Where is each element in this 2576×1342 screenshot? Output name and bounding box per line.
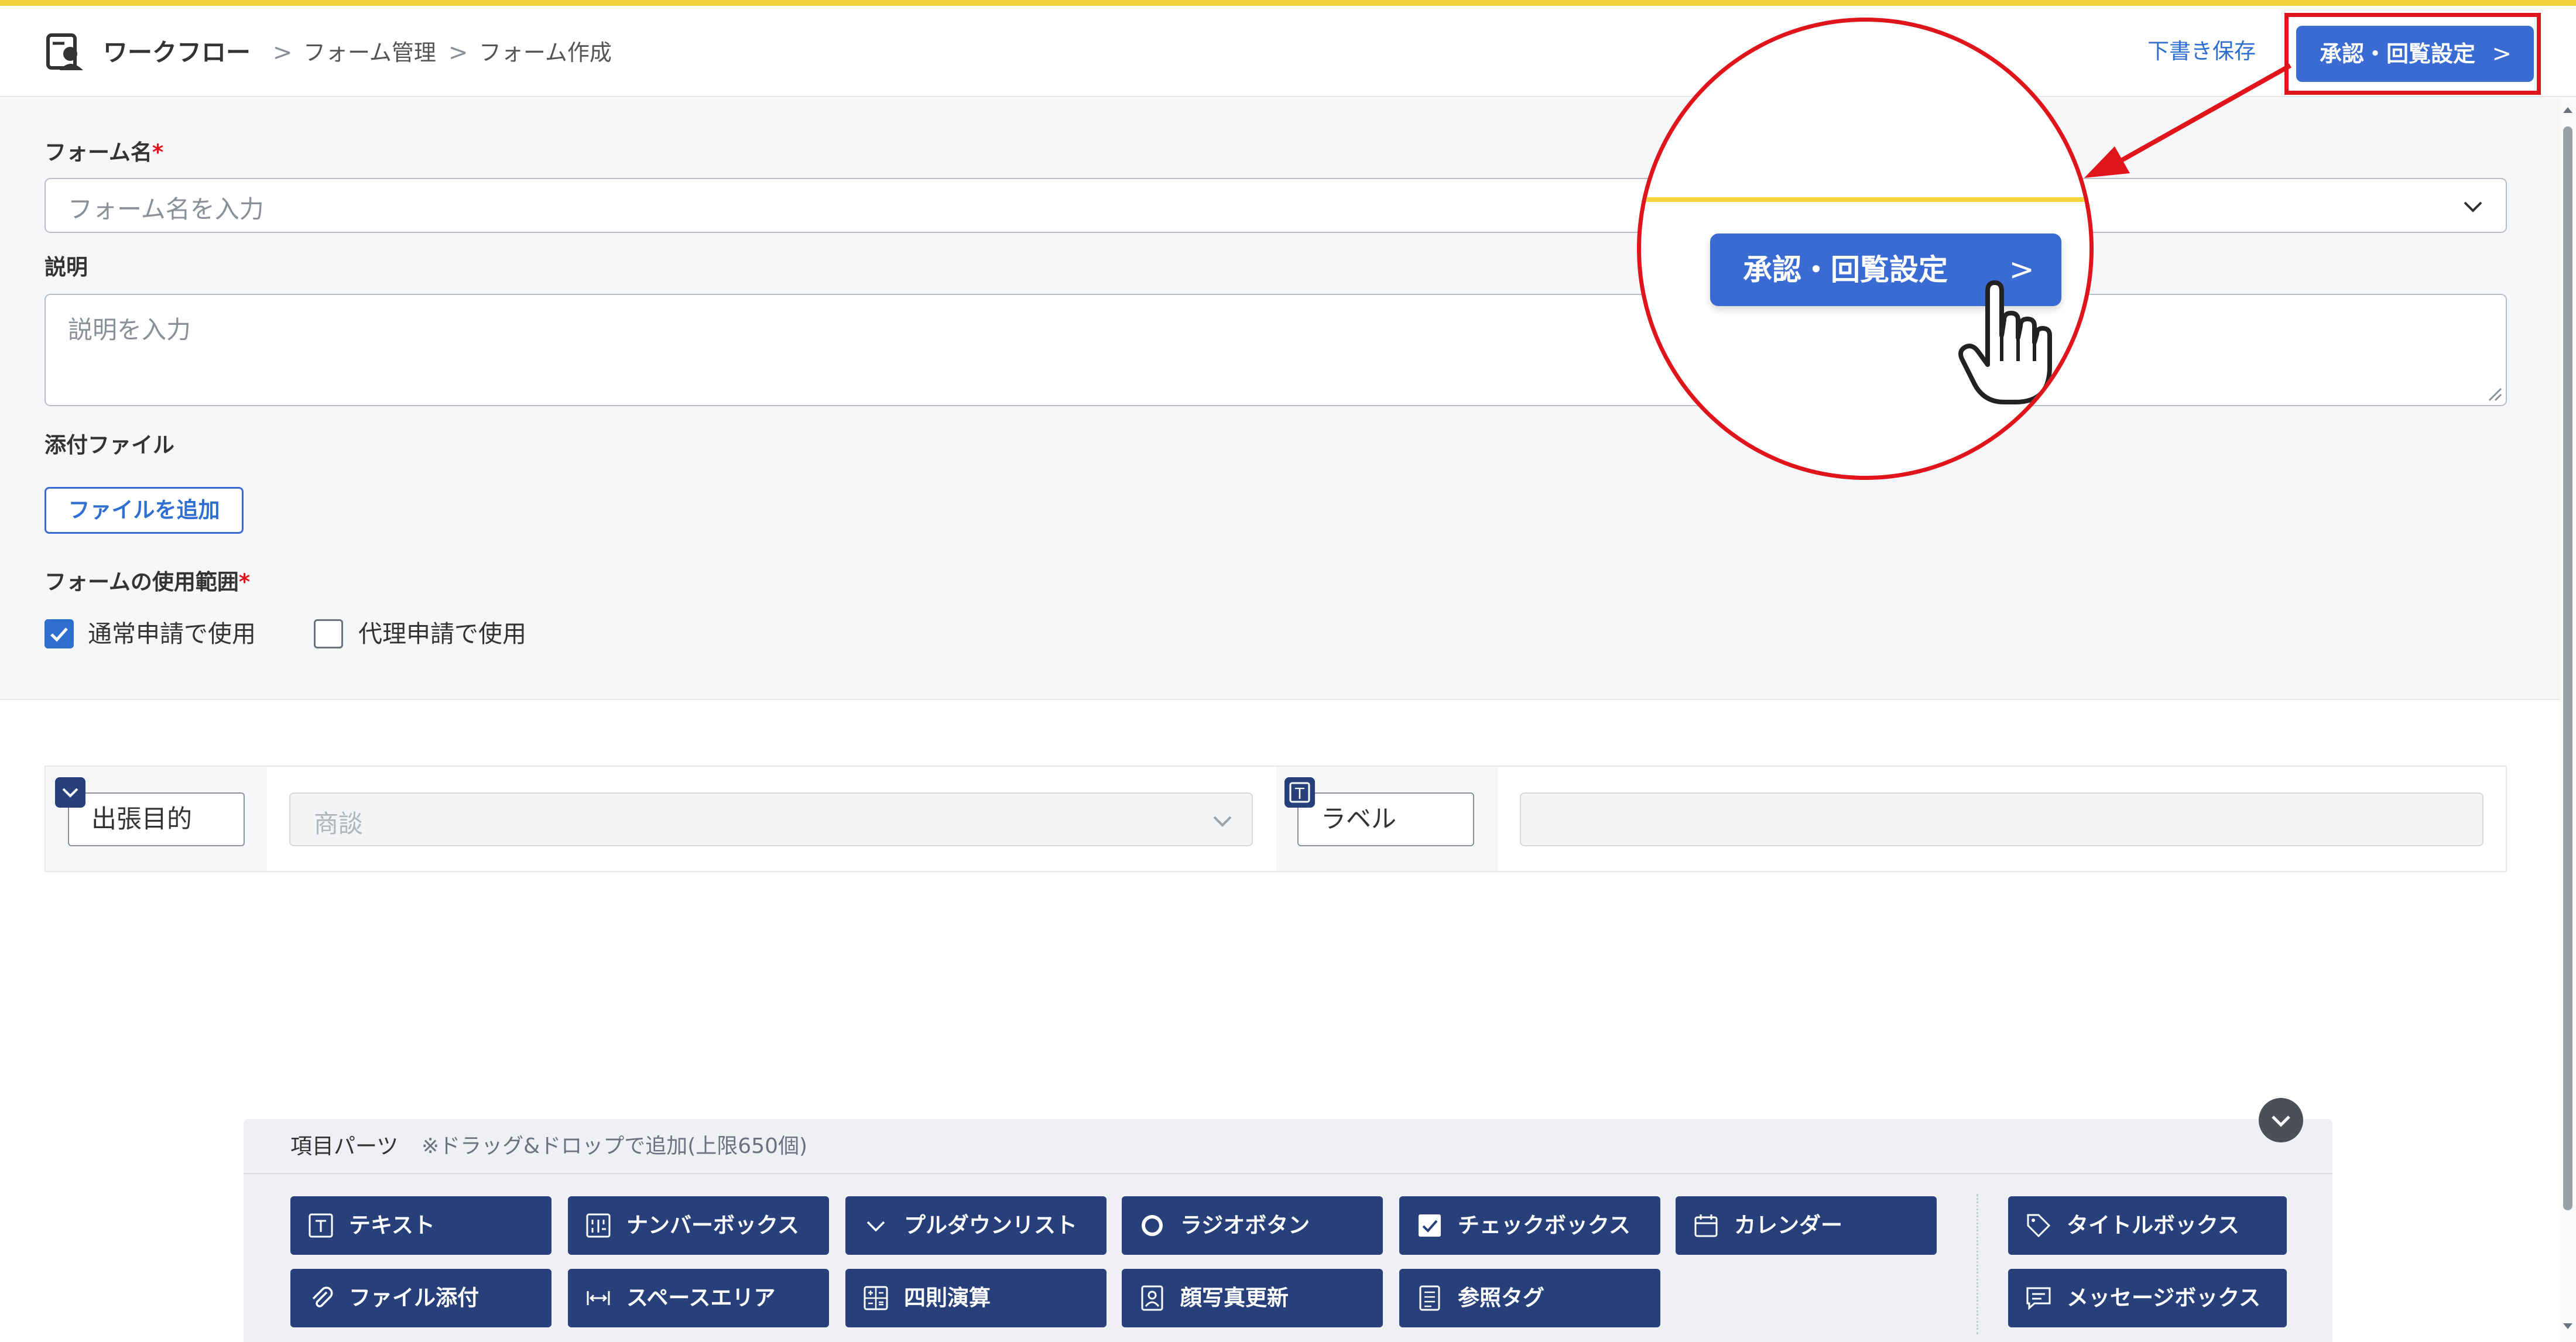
text-type-badge: T	[1284, 777, 1315, 808]
item-label-input[interactable]: ラベル	[1297, 792, 1474, 846]
part-pulldown-button[interactable]: プルダウンリスト	[845, 1196, 1107, 1255]
part-title-box-button[interactable]: タイトルボックス	[2008, 1196, 2287, 1255]
normal-application-checkbox[interactable]	[44, 619, 74, 648]
part-file-attach-label: ファイル添付	[349, 1285, 479, 1310]
pulldown-type-badge	[55, 777, 85, 808]
paperclip-icon	[312, 1286, 333, 1307]
breadcrumb-separator: >	[273, 39, 293, 66]
part-face-photo-label: 顔写真更新	[1180, 1285, 1289, 1310]
parts-group-separator	[1976, 1194, 1978, 1334]
check-icon	[50, 627, 68, 642]
radio-icon	[1142, 1215, 1163, 1236]
form-name-input[interactable]: フォーム名を入力	[44, 178, 2507, 233]
breadcrumb-separator: >	[448, 39, 468, 66]
add-file-button[interactable]: ファイルを追加	[44, 487, 244, 534]
hand-pointer-icon	[1958, 280, 2052, 404]
part-number-box-label: ナンバーボックス	[626, 1213, 799, 1238]
chevron-down-icon[interactable]	[2461, 197, 2485, 217]
svg-text:T: T	[1294, 785, 1304, 803]
portrait-icon	[1141, 1285, 1163, 1311]
breadcrumb-form-create: フォーム作成	[479, 40, 612, 66]
description-label: 説明	[44, 255, 88, 280]
tag-icon	[2027, 1214, 2051, 1238]
chevron-down-icon	[866, 1221, 885, 1232]
chevron-down-icon	[62, 788, 78, 798]
part-number-box-button[interactable]: ナンバーボックス	[568, 1196, 829, 1255]
chevron-down-icon	[1213, 816, 1232, 827]
proxy-application-checkbox[interactable]	[314, 619, 343, 648]
description-placeholder: 説明を入力	[68, 315, 191, 344]
item-label-input[interactable]: 出張目的	[68, 792, 245, 846]
scrollbar-thumb[interactable]	[2563, 126, 2572, 1210]
part-checkbox-label: チェックボックス	[1458, 1213, 1630, 1238]
workflow-logo-icon	[46, 33, 83, 70]
pulldown-preview: 商談	[289, 792, 1253, 846]
text-icon	[309, 1213, 333, 1238]
pulldown-preview-value: 商談	[314, 809, 364, 838]
calculator-icon	[864, 1286, 888, 1310]
part-arithmetic-button[interactable]: 四則演算	[845, 1269, 1107, 1327]
part-radio-label: ラジオボタン	[1180, 1213, 1310, 1238]
proxy-application-label[interactable]: 代理申請で使用	[358, 618, 526, 650]
part-face-photo-button[interactable]: 顔写真更新	[1122, 1269, 1383, 1327]
part-space-area-button[interactable]: スペースエリア	[568, 1269, 829, 1327]
item-parts-note: ※ドラッグ&ドロップで追加(上限650個)	[422, 1134, 808, 1158]
number-icon	[586, 1213, 611, 1238]
approval-settings-label: 承認・回覧設定	[2320, 41, 2476, 67]
item-parts-title: 項目パーツ	[290, 1134, 399, 1159]
part-checkbox-button[interactable]: チェックボックス	[1399, 1196, 1660, 1255]
part-message-box-button[interactable]: メッセージボックス	[2008, 1269, 2287, 1327]
part-text-button[interactable]: テキスト	[290, 1196, 551, 1255]
part-file-attach-button[interactable]: ファイル添付	[290, 1269, 551, 1327]
form-name-placeholder: フォーム名を入力	[68, 195, 264, 224]
zoom-accent-line	[1641, 197, 2089, 202]
part-radio-button[interactable]: ラジオボタン	[1122, 1196, 1383, 1255]
chevron-down-icon	[2272, 1116, 2290, 1127]
part-calendar-button[interactable]: カレンダー	[1676, 1196, 1937, 1255]
list-icon	[1419, 1285, 1440, 1311]
checkbox-icon	[1419, 1214, 1441, 1237]
part-title-box-label: タイトルボックス	[2067, 1213, 2239, 1238]
part-calendar-label: カレンダー	[1734, 1213, 1842, 1238]
form-name-label: フォーム名*	[44, 140, 164, 165]
usage-scope-label: フォームの使用範囲*	[44, 569, 251, 595]
part-space-area-label: スペースエリア	[626, 1285, 776, 1310]
normal-application-label[interactable]: 通常申請で使用	[88, 618, 256, 650]
calendar-icon	[1694, 1214, 1718, 1237]
resize-handle-icon[interactable]	[2485, 384, 2502, 401]
space-icon	[587, 1291, 610, 1305]
message-icon	[2026, 1287, 2051, 1310]
text-preview-field	[1520, 792, 2483, 846]
panel-divider	[244, 1173, 2332, 1174]
attachment-label: 添付ファイル	[44, 433, 174, 458]
chevron-right-icon: >	[2492, 40, 2512, 67]
scroll-up-icon[interactable]	[2561, 103, 2575, 117]
breadcrumb-app-name[interactable]: ワークフロー	[103, 36, 251, 69]
approval-settings-button[interactable]: 承認・回覧設定 >	[2296, 26, 2534, 82]
zoom-callout: 承認・回覧設定 >	[1637, 18, 2094, 480]
header-accent-line	[0, 0, 2576, 6]
zoom-approval-label: 承認・回覧設定	[1743, 253, 1948, 287]
scroll-down-icon[interactable]	[2561, 1319, 2575, 1333]
part-pulldown-label: プルダウンリスト	[904, 1213, 1077, 1238]
description-textarea[interactable]: 説明を入力	[44, 294, 2507, 406]
text-icon: T	[1289, 782, 1310, 803]
collapse-panel-button[interactable]	[2259, 1098, 2303, 1142]
breadcrumb-form-management[interactable]: フォーム管理	[303, 36, 436, 69]
part-reference-tag-button[interactable]: 参照タグ	[1399, 1269, 1660, 1327]
part-text-label: テキスト	[349, 1213, 435, 1238]
part-reference-tag-label: 参照タグ	[1458, 1285, 1544, 1310]
part-arithmetic-label: 四則演算	[904, 1285, 991, 1310]
part-message-box-label: メッセージボックス	[2067, 1285, 2261, 1310]
save-draft-link[interactable]: 下書き保存	[2147, 35, 2256, 68]
